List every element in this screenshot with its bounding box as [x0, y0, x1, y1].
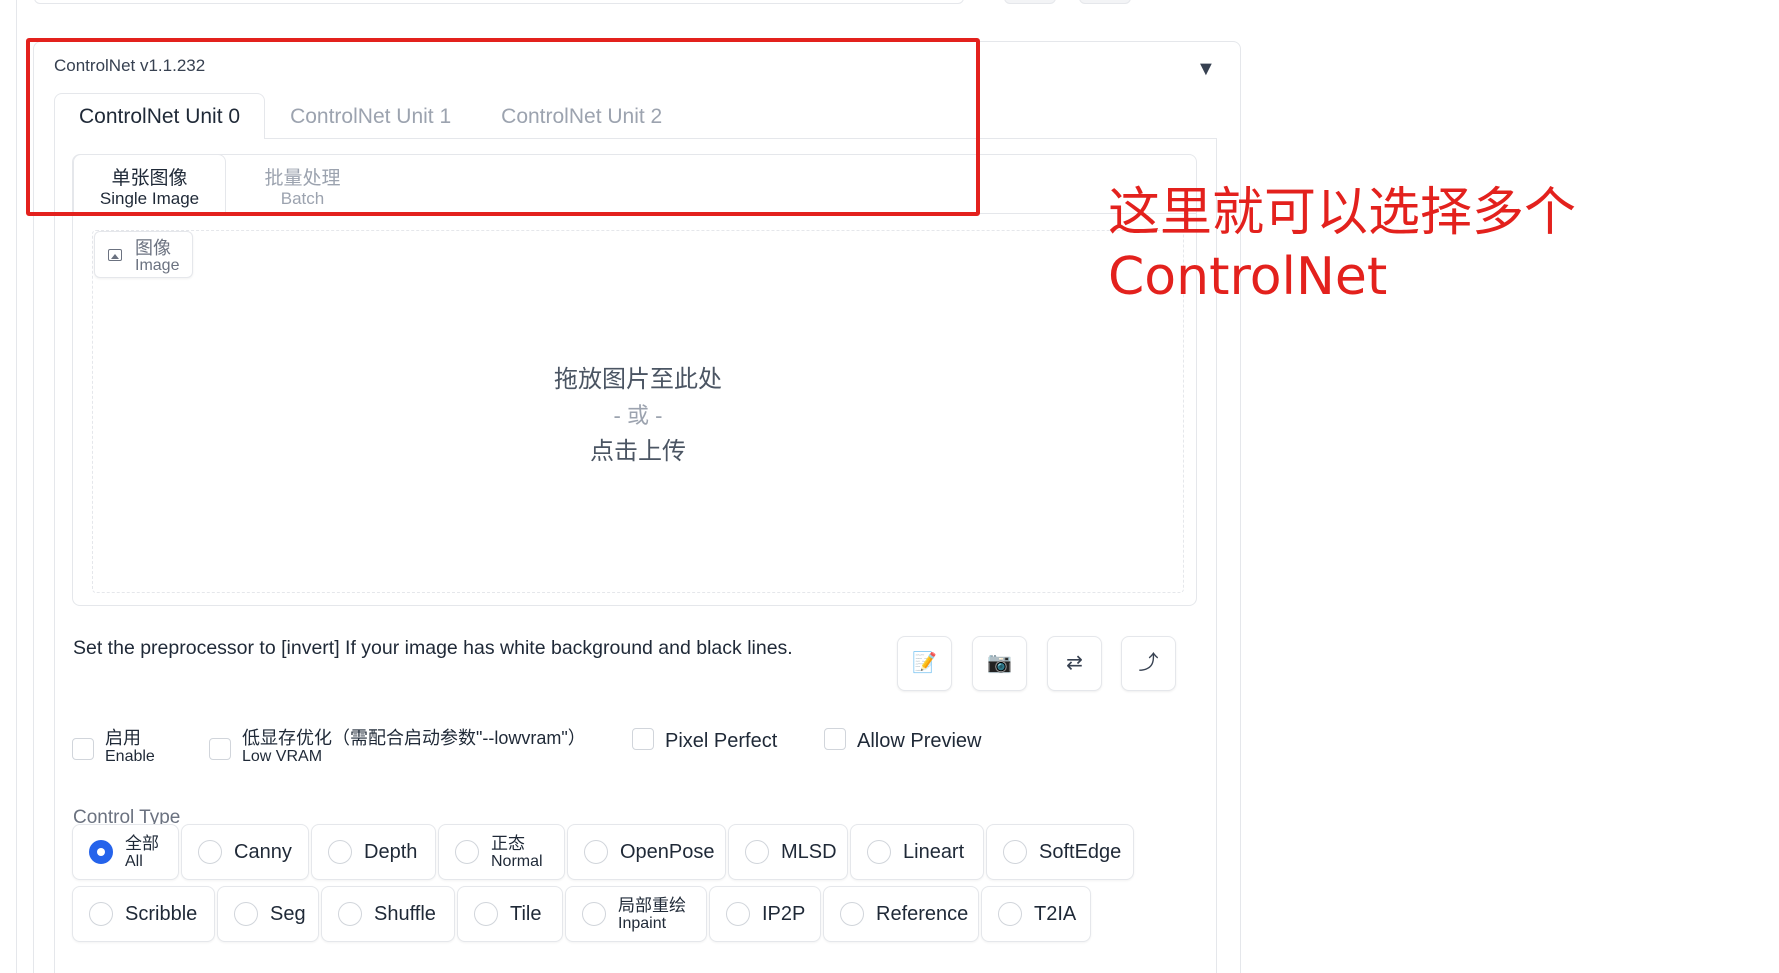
option-label-en: Inpaint: [618, 914, 667, 932]
control-type-seg[interactable]: Seg: [217, 886, 319, 942]
option-label: Depth: [364, 840, 418, 863]
radio-button[interactable]: [867, 840, 891, 864]
previous-button-edge: [1004, 0, 1056, 4]
radio-button[interactable]: [840, 902, 864, 926]
tab-controlnet-unit-1[interactable]: ControlNet Unit 1: [265, 93, 476, 139]
pixel-perfect-checkbox-row[interactable]: Pixel Perfect: [632, 728, 777, 754]
pixel-perfect-checkbox[interactable]: [632, 728, 654, 750]
option-label-en: Normal: [491, 852, 543, 870]
radio-button[interactable]: [474, 902, 498, 926]
tab-label-en: Batch: [280, 189, 325, 208]
image-label-en: Image: [135, 257, 180, 274]
image-mode-tabs: 单张图像 Single Image 批量处理 Batch: [73, 154, 379, 214]
option-label-zh: 正态: [491, 833, 525, 853]
radio-button[interactable]: [998, 902, 1022, 926]
control-type-inpaint[interactable]: 局部重绘 Inpaint: [565, 886, 707, 942]
radio-button[interactable]: [726, 902, 750, 926]
option-label-zh: 局部重绘: [618, 895, 686, 915]
click-upload-text[interactable]: 点击上传: [92, 431, 1184, 466]
tab-controlnet-unit-2[interactable]: ControlNet Unit 2: [476, 93, 687, 139]
enable-label-en: Enable: [105, 748, 155, 765]
radio-button[interactable]: [338, 902, 362, 926]
radio-button[interactable]: [455, 840, 479, 864]
enable-checkbox[interactable]: [72, 738, 94, 760]
low-vram-label-zh: 低显存优化（需配合启动参数"--lowvram"）: [242, 728, 586, 748]
control-type-ip2p[interactable]: IP2P: [709, 886, 821, 942]
option-label-zh: 全部: [125, 833, 159, 853]
option-label: SoftEdge: [1039, 840, 1122, 863]
option-label: Lineart: [903, 840, 965, 863]
camera-icon[interactable]: 📷: [972, 636, 1027, 691]
control-type-canny[interactable]: Canny: [181, 824, 309, 880]
radio-button[interactable]: [745, 840, 769, 864]
option-label: Scribble: [125, 902, 198, 925]
radio-button[interactable]: [328, 840, 352, 864]
tab-batch[interactable]: 批量处理 Batch: [226, 154, 379, 214]
option-label-en: All: [125, 852, 143, 870]
preprocessor-hint: Set the preprocessor to [invert] If your…: [73, 637, 793, 659]
control-type-softedge[interactable]: SoftEdge: [986, 824, 1134, 880]
control-type-tile[interactable]: Tile: [457, 886, 563, 942]
tab-label-zh: 单张图像: [111, 168, 188, 189]
control-type-mlsd[interactable]: MLSD: [728, 824, 848, 880]
enable-label-zh: 启用: [105, 728, 141, 748]
image-icon: [108, 249, 122, 261]
radio-button[interactable]: [234, 902, 258, 926]
accordion-title[interactable]: ControlNet v1.1.232: [54, 56, 205, 76]
control-type-lineart[interactable]: Lineart: [850, 824, 984, 880]
low-vram-checkbox-row[interactable]: 低显存优化（需配合启动参数"--lowvram"） Low VRAM: [209, 728, 586, 766]
control-type-all[interactable]: 全部 All: [72, 824, 179, 880]
allow-preview-checkbox-row[interactable]: Allow Preview: [824, 728, 981, 754]
control-type-openpose[interactable]: OpenPose: [567, 824, 726, 880]
enable-checkbox-row[interactable]: 启用 Enable: [72, 728, 155, 766]
annotation-line-2: ControlNet: [1108, 247, 1388, 307]
control-type-shuffle[interactable]: Shuffle: [321, 886, 455, 942]
option-label: Canny: [234, 840, 292, 863]
allow-preview-label: Allow Preview: [857, 730, 982, 752]
radio-button[interactable]: [1003, 840, 1027, 864]
annotation-text: 这里就可以选择多个 ControlNet: [1108, 181, 1576, 309]
control-type-t2ia[interactable]: T2IA: [981, 886, 1091, 942]
send-dimensions-icon[interactable]: ⤴: [1121, 636, 1176, 691]
radio-button-selected[interactable]: [89, 840, 113, 864]
option-label: T2IA: [1034, 902, 1077, 925]
option-label: Shuffle: [374, 902, 436, 925]
drop-or-text: - 或 -: [613, 403, 663, 428]
swap-icon[interactable]: ⇄: [1047, 636, 1102, 691]
option-label: OpenPose: [620, 840, 715, 863]
radio-button[interactable]: [584, 840, 608, 864]
image-label-chip: 图像 Image: [94, 231, 193, 278]
control-type-normal[interactable]: 正态 Normal: [438, 824, 565, 880]
unit-tabs: ControlNet Unit 0 ControlNet Unit 1 Cont…: [54, 93, 687, 139]
tab-single-image[interactable]: 单张图像 Single Image: [73, 154, 226, 214]
option-label: Tile: [510, 902, 542, 925]
option-label: Reference: [876, 902, 969, 925]
page-left-border: [16, 0, 17, 973]
control-type-reference[interactable]: Reference: [823, 886, 979, 942]
triangle-down-icon[interactable]: ▼: [1196, 58, 1216, 81]
tab-label-zh: 批量处理: [264, 168, 341, 189]
radio-button[interactable]: [198, 840, 222, 864]
low-vram-label-en: Low VRAM: [242, 748, 323, 765]
annotation-line-1: 这里就可以选择多个: [1108, 183, 1577, 243]
tab-controlnet-unit-0[interactable]: ControlNet Unit 0: [54, 93, 266, 139]
option-label: Seg: [270, 902, 306, 925]
drop-image-text: 拖放图片至此处: [554, 366, 722, 393]
previous-button-edge: [1079, 0, 1131, 4]
pixel-perfect-label: Pixel Perfect: [665, 730, 778, 752]
tab-label-en: Single Image: [99, 189, 200, 208]
control-type-depth[interactable]: Depth: [311, 824, 436, 880]
image-label-zh: 图像: [135, 238, 171, 258]
low-vram-checkbox[interactable]: [209, 738, 231, 760]
edit-icon[interactable]: 📝: [897, 636, 952, 691]
radio-button[interactable]: [582, 902, 606, 926]
option-label: MLSD: [781, 840, 837, 863]
option-label: IP2P: [762, 902, 806, 925]
allow-preview-checkbox[interactable]: [824, 728, 846, 750]
radio-button[interactable]: [89, 902, 113, 926]
previous-field-edge: [34, 0, 964, 4]
control-type-scribble[interactable]: Scribble: [72, 886, 215, 942]
